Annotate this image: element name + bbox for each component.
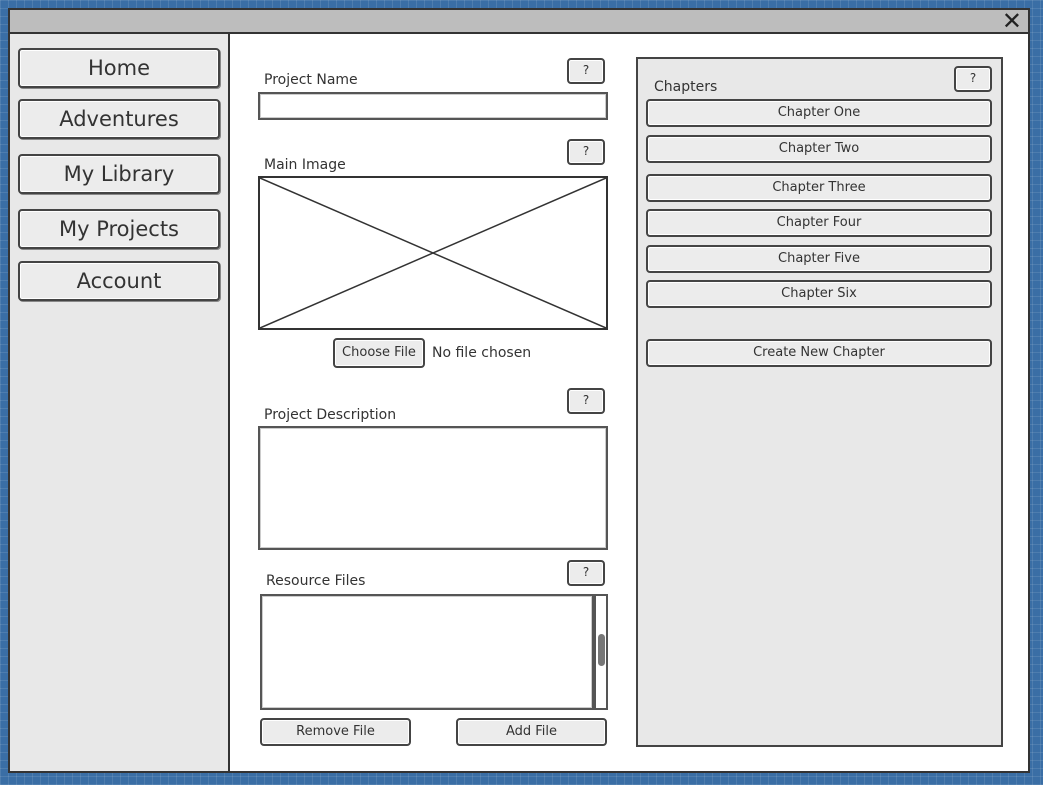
chapter-four-button[interactable]: Chapter Four bbox=[646, 209, 992, 237]
sidebar: Home Adventures My Library My Projects A… bbox=[10, 34, 230, 771]
resource-files-list[interactable] bbox=[260, 594, 594, 710]
add-file-button[interactable]: Add File bbox=[456, 718, 607, 746]
resource-files-label: Resource Files bbox=[266, 573, 366, 589]
sidebar-item-my-library[interactable]: My Library bbox=[18, 154, 220, 194]
main-image-label: Main Image bbox=[264, 157, 346, 173]
sidebar-item-my-projects[interactable]: My Projects bbox=[18, 209, 220, 249]
remove-file-button[interactable]: Remove File bbox=[260, 718, 411, 746]
chapter-six-button[interactable]: Chapter Six bbox=[646, 280, 992, 308]
create-new-chapter-button[interactable]: Create New Chapter bbox=[646, 339, 992, 367]
sidebar-item-account[interactable]: Account bbox=[18, 261, 220, 301]
chapter-one-button[interactable]: Chapter One bbox=[646, 99, 992, 127]
chapters-label: Chapters bbox=[654, 79, 718, 95]
image-placeholder-icon bbox=[260, 178, 606, 328]
chapters-panel: Chapters ? Chapter One Chapter Two Chapt… bbox=[636, 57, 1003, 747]
project-name-help-button[interactable]: ? bbox=[567, 58, 605, 84]
choose-file-button[interactable]: Choose File bbox=[333, 338, 425, 368]
project-name-label: Project Name bbox=[264, 72, 358, 88]
main-image-placeholder bbox=[258, 176, 608, 330]
scrollbar-thumb[interactable] bbox=[598, 634, 605, 666]
chapters-help-button[interactable]: ? bbox=[954, 66, 992, 92]
sidebar-item-adventures[interactable]: Adventures bbox=[18, 99, 220, 139]
resource-files-help-button[interactable]: ? bbox=[567, 560, 605, 586]
close-icon[interactable]: ✕ bbox=[1002, 7, 1022, 35]
chapter-two-button[interactable]: Chapter Two bbox=[646, 135, 992, 163]
project-name-input[interactable] bbox=[258, 92, 608, 120]
project-description-label: Project Description bbox=[264, 407, 397, 423]
title-bar: ✕ bbox=[10, 7, 1028, 35]
resource-files-scrollbar[interactable] bbox=[594, 594, 608, 710]
project-description-textarea[interactable] bbox=[258, 426, 608, 550]
sidebar-item-home[interactable]: Home bbox=[18, 48, 220, 88]
chapter-five-button[interactable]: Chapter Five bbox=[646, 245, 992, 273]
chapter-three-button[interactable]: Chapter Three bbox=[646, 174, 992, 202]
file-status-text: No file chosen bbox=[432, 345, 532, 361]
project-description-help-button[interactable]: ? bbox=[567, 388, 605, 414]
main-image-help-button[interactable]: ? bbox=[567, 139, 605, 165]
app-window: ✕ Home Adventures My Library My Projects… bbox=[8, 7, 1030, 773]
